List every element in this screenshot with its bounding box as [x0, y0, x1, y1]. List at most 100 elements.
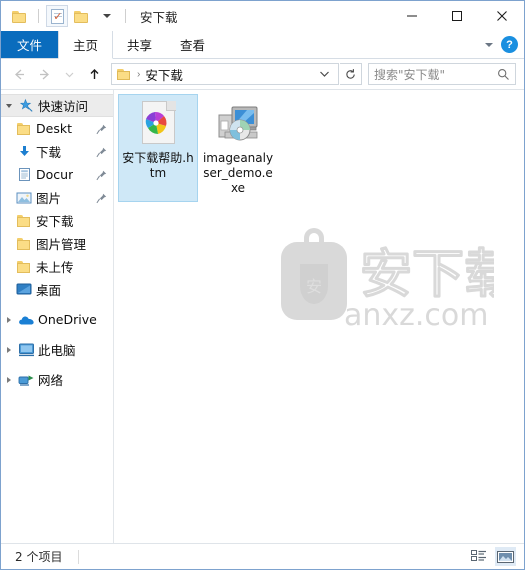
qat-divider-2: [125, 9, 126, 23]
application-monitor-disc-icon: [214, 99, 262, 147]
file-name: 安下载帮助.htm: [122, 151, 194, 180]
chevron-down-icon: [103, 14, 111, 18]
sidebar-item-label: 下载: [36, 145, 62, 160]
window-title: 安下载: [140, 9, 178, 25]
expander-icon[interactable]: [1, 103, 17, 108]
close-button[interactable]: [479, 1, 524, 31]
sidebar-item-picture-manage[interactable]: 图片管理: [1, 232, 113, 255]
window-controls: [389, 1, 524, 31]
qat-divider-1: [38, 9, 39, 23]
breadcrumb-dropdown-icon[interactable]: [313, 67, 336, 81]
this-pc-icon: [17, 343, 35, 357]
quick-access-toolbar: ✓: [1, 5, 130, 27]
recent-locations-button[interactable]: [57, 62, 81, 86]
file-item-htm[interactable]: 安下载帮助.htm: [118, 94, 198, 202]
tab-share[interactable]: 共享: [113, 31, 166, 58]
star-pin-icon: [17, 98, 35, 113]
view-buttons: [468, 547, 516, 566]
refresh-button[interactable]: [340, 63, 362, 85]
file-items-container: 安下载帮助.htm imageanalyser_demo.exe: [114, 90, 524, 202]
sidebar-item-desktop-pinned[interactable]: Deskt: [1, 117, 113, 140]
qat-customize-button[interactable]: [96, 5, 118, 27]
item-count-label: 2 个项目: [15, 550, 63, 564]
details-view-button[interactable]: [468, 547, 489, 566]
explorer-body: 快速访问 Deskt 下载 Docur 图片 安下载 图片管理 未上传 桌面 O…: [1, 89, 524, 543]
sidebar-item-anxiazai[interactable]: 安下载: [1, 209, 113, 232]
sidebar-item-pictures[interactable]: 图片: [1, 186, 113, 209]
up-button[interactable]: [82, 62, 106, 86]
sidebar-item-onedrive[interactable]: OneDrive: [1, 308, 113, 331]
sidebar-item-not-uploaded[interactable]: 未上传: [1, 255, 113, 278]
address-bar: › 安下载 搜索"安下载": [1, 59, 524, 89]
back-button[interactable]: [7, 62, 31, 86]
search-icon: [498, 68, 509, 80]
expand-ribbon-chevron-icon[interactable]: [485, 42, 493, 47]
tab-file[interactable]: 文件: [1, 31, 59, 58]
sidebar-item-label: 图片管理: [36, 237, 87, 252]
sidebar-item-this-pc[interactable]: 此电脑: [1, 338, 113, 361]
expander-icon[interactable]: [1, 376, 17, 383]
expander-icon[interactable]: [1, 316, 17, 323]
folder-icon: [12, 10, 28, 23]
forward-button[interactable]: [32, 62, 56, 86]
breadcrumb[interactable]: › 安下载: [111, 63, 339, 85]
pin-icon: [96, 192, 107, 207]
properties-icon: ✓: [50, 8, 64, 24]
ribbon-tab-bar: 文件 主页 共享 查看 ?: [1, 31, 524, 59]
ribbon-right-controls: ?: [485, 31, 518, 58]
navigation-pane: 快速访问 Deskt 下载 Docur 图片 安下载 图片管理 未上传 桌面 O…: [1, 90, 114, 543]
sidebar-item-label: 安下载: [36, 214, 74, 229]
pin-icon: [96, 123, 107, 138]
sidebar-item-network[interactable]: 网络: [1, 368, 113, 391]
onedrive-cloud-icon: [17, 314, 35, 326]
desktop-icon: [15, 283, 33, 296]
qat-folder-icon[interactable]: [9, 5, 31, 27]
file-name: imageanalyser_demo.exe: [202, 151, 274, 195]
minimize-button[interactable]: [389, 1, 434, 31]
sidebar-item-label: 快速访问: [38, 99, 89, 114]
search-input[interactable]: 搜索"安下载": [374, 66, 497, 83]
sidebar-item-label: 未上传: [36, 260, 74, 275]
sidebar-item-downloads[interactable]: 下载: [1, 140, 113, 163]
pictures-icon: [15, 191, 33, 205]
folder-icon: [15, 237, 33, 250]
breadcrumb-folder-icon: [117, 68, 132, 81]
tab-view[interactable]: 查看: [166, 31, 219, 58]
sidebar-item-quick-access[interactable]: 快速访问: [1, 94, 113, 117]
sidebar-item-label: 网络: [38, 373, 64, 388]
breadcrumb-current-folder[interactable]: 安下载: [145, 65, 183, 84]
file-item-exe[interactable]: imageanalyser_demo.exe: [198, 94, 278, 202]
svg-text:安下载: 安下载: [360, 245, 494, 305]
tab-home[interactable]: 主页: [58, 31, 114, 59]
maximize-button[interactable]: [434, 1, 479, 31]
html-document-pinwheel-icon: [134, 99, 182, 147]
folder-icon: [15, 122, 33, 135]
sidebar-item-label: 桌面: [36, 283, 62, 298]
folder-icon: [15, 260, 33, 273]
folder-icon: [15, 214, 33, 227]
sidebar-item-documents[interactable]: Docur: [1, 163, 113, 186]
sidebar-item-label: 此电脑: [38, 343, 76, 358]
sidebar-item-label: Deskt: [36, 121, 72, 136]
pin-icon: [96, 169, 107, 184]
documents-icon: [15, 167, 33, 182]
network-icon: [17, 373, 35, 387]
file-explorer-window: ✓ 安下载 文件 主页 共享 查看 ? › 安下载 搜索"安下载" 快速访问 D…: [0, 0, 525, 570]
sidebar-item-label: Docur: [36, 167, 74, 182]
svg-text:anxz.com: anxz.com: [344, 298, 489, 333]
search-box[interactable]: 搜索"安下载": [368, 63, 516, 85]
qat-properties-button[interactable]: ✓: [46, 5, 68, 27]
large-icons-view-button[interactable]: [495, 547, 516, 566]
site-watermark: 安 安下载 anxz.com: [264, 220, 518, 335]
status-divider: [78, 549, 80, 564]
new-folder-icon: [74, 10, 90, 23]
help-button[interactable]: ?: [501, 36, 518, 53]
sidebar-item-label: OneDrive: [38, 312, 97, 327]
qat-new-folder-button[interactable]: [71, 5, 93, 27]
file-list-pane[interactable]: 安 安下载 anxz.com 安下载帮助.htm imageanalyser_d…: [114, 90, 524, 543]
title-bar: ✓ 安下载: [1, 1, 524, 31]
sidebar-item-desktop[interactable]: 桌面: [1, 278, 113, 301]
expander-icon[interactable]: [1, 346, 17, 353]
breadcrumb-separator: ›: [137, 68, 141, 80]
status-bar: 2 个项目: [1, 543, 524, 569]
